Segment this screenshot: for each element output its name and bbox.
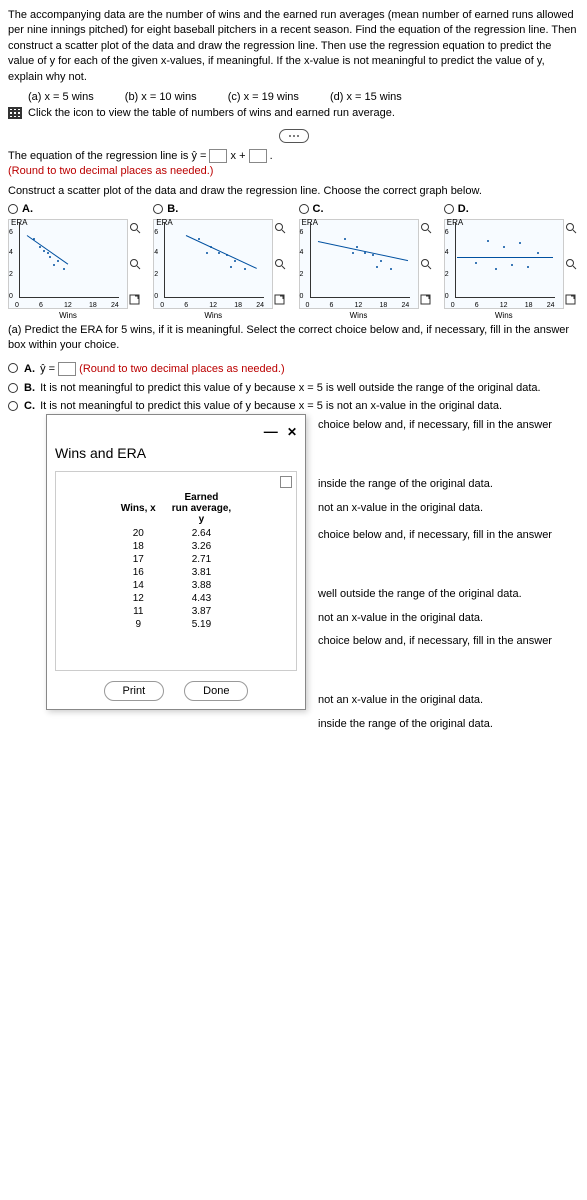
mini-graph-c: ERA 0 6 12 18 24 0 2 4 6 Wins: [299, 219, 419, 309]
table-row: 172.71: [113, 553, 239, 566]
magnifier-icon[interactable]: [420, 258, 432, 270]
fragment-text: not an x-value in the original data.: [318, 693, 579, 708]
graph-option-b[interactable]: B. ERA 0 6 12 18 24 0 2 4 6 Wins: [153, 203, 288, 309]
x-value-options: (a) x = 5 wins (b) x = 10 wins (c) x = 1…: [8, 91, 579, 103]
expand-icon[interactable]: [420, 294, 432, 306]
eq-post: .: [270, 150, 273, 162]
answer-option-a[interactable]: A. ŷ = (Round to two decimal places as n…: [8, 362, 579, 376]
mini-graph-d: ERA 0 6 12 18 24 0 2 4 6 Wins: [444, 219, 564, 309]
radio-answer-a[interactable]: [8, 363, 18, 373]
fragment-text: choice below and, if necessary, fill in …: [318, 634, 579, 649]
mini-graph-a: ERA 0 6 12 18 24 0 2 4 6 Wins: [8, 219, 128, 309]
data-table: Wins, x Earned run average, y 202.64183.…: [113, 490, 239, 631]
click-icon-text: Click the icon to view the table of numb…: [28, 107, 395, 119]
table-row: 183.26: [113, 540, 239, 553]
label-a: A.: [22, 203, 33, 215]
modal-title: Wins and ERA: [55, 445, 297, 461]
data-table-container: Wins, x Earned run average, y 202.64183.…: [55, 471, 297, 671]
scatter-prompt: Construct a scatter plot of the data and…: [8, 185, 579, 197]
graph-option-a[interactable]: A. ERA 0 6 12 18 24 0 2 4 6 Wins: [8, 203, 143, 309]
expand-icon[interactable]: [274, 294, 286, 306]
fragment-text: inside the range of the original data.: [318, 477, 579, 492]
table-row: 113.87: [113, 605, 239, 618]
expand-icon[interactable]: [565, 294, 577, 306]
table-row: 95.19: [113, 618, 239, 631]
opt-b-x: (b) x = 10 wins: [125, 91, 197, 103]
magnifier-icon[interactable]: [420, 222, 432, 234]
magnifier-icon[interactable]: [274, 258, 286, 270]
opt-c-x: (c) x = 19 wins: [228, 91, 299, 103]
data-modal: — ✕ Wins and ERA Wins, x Earned run aver…: [46, 414, 306, 710]
table-row: 163.81: [113, 566, 239, 579]
xlabel: Wins: [9, 311, 127, 320]
problem-intro: The accompanying data are the number of …: [8, 8, 579, 85]
radio-b[interactable]: [153, 204, 163, 214]
mini-graph-b: ERA 0 6 12 18 24 0 2 4 6 Wins: [153, 219, 273, 309]
graph-option-d[interactable]: D. ERA 0 6 12 18 24 0 2 4 6 Wins: [444, 203, 579, 309]
radio-c[interactable]: [299, 204, 309, 214]
equation-prompt: The equation of the regression line is ŷ…: [8, 149, 579, 163]
obscured-text-fragments: choice below and, if necessary, fill in …: [318, 418, 579, 733]
table-icon[interactable]: [8, 107, 22, 119]
table-row: 124.43: [113, 592, 239, 605]
radio-a[interactable]: [8, 204, 18, 214]
col-header-era: Earned run average, y: [164, 490, 239, 527]
close-icon[interactable]: ✕: [287, 425, 297, 439]
done-button[interactable]: Done: [184, 681, 248, 701]
magnifier-icon[interactable]: [565, 222, 577, 234]
slope-input[interactable]: [209, 149, 227, 163]
radio-answer-c[interactable]: [8, 401, 18, 411]
opt-a-x: (a) x = 5 wins: [28, 91, 94, 103]
magnifier-icon[interactable]: [565, 258, 577, 270]
radio-d[interactable]: [444, 204, 454, 214]
fragment-text: inside the range of the original data.: [318, 717, 579, 732]
magnifier-icon[interactable]: [129, 222, 141, 234]
copy-icon[interactable]: [280, 476, 292, 488]
fragment-text: not an x-value in the original data.: [318, 611, 579, 626]
graph-options-row: A. ERA 0 6 12 18 24 0 2 4 6 Wins: [8, 203, 579, 309]
fragment-text: well outside the range of the original d…: [318, 587, 579, 602]
print-button[interactable]: Print: [104, 681, 165, 701]
graph-option-c[interactable]: C. ERA 0 6 12 18 24 0 2 4 6 Wins: [299, 203, 434, 309]
answer-option-c[interactable]: C. It is not meaningful to predict this …: [8, 400, 579, 412]
col-header-wins: Wins, x: [113, 490, 164, 527]
magnifier-icon[interactable]: [129, 258, 141, 270]
magnifier-icon[interactable]: [274, 222, 286, 234]
minimize-icon[interactable]: —: [264, 423, 278, 439]
eq-mid: x +: [231, 150, 249, 162]
radio-answer-b[interactable]: [8, 383, 18, 393]
ellipsis-pill[interactable]: [279, 129, 309, 143]
fragment-text: choice below and, if necessary, fill in …: [318, 418, 579, 433]
round-note: (Round to two decimal places as needed.): [8, 165, 579, 177]
opt-d-x: (d) x = 15 wins: [330, 91, 402, 103]
table-row: 202.64: [113, 527, 239, 540]
eq-pre: The equation of the regression line is ŷ…: [8, 150, 209, 162]
label-b: B.: [167, 203, 178, 215]
label-d: D.: [458, 203, 469, 215]
yhat-input[interactable]: [58, 362, 76, 376]
answer-option-b[interactable]: B. It is not meaningful to predict this …: [8, 382, 579, 394]
table-row: 143.88: [113, 579, 239, 592]
label-c: C.: [313, 203, 324, 215]
fragment-text: choice below and, if necessary, fill in …: [318, 528, 579, 543]
part-a-text: (a) Predict the ERA for 5 wins, if it is…: [8, 323, 579, 354]
intercept-input[interactable]: [249, 149, 267, 163]
expand-icon[interactable]: [129, 294, 141, 306]
fragment-text: not an x-value in the original data.: [318, 501, 579, 516]
